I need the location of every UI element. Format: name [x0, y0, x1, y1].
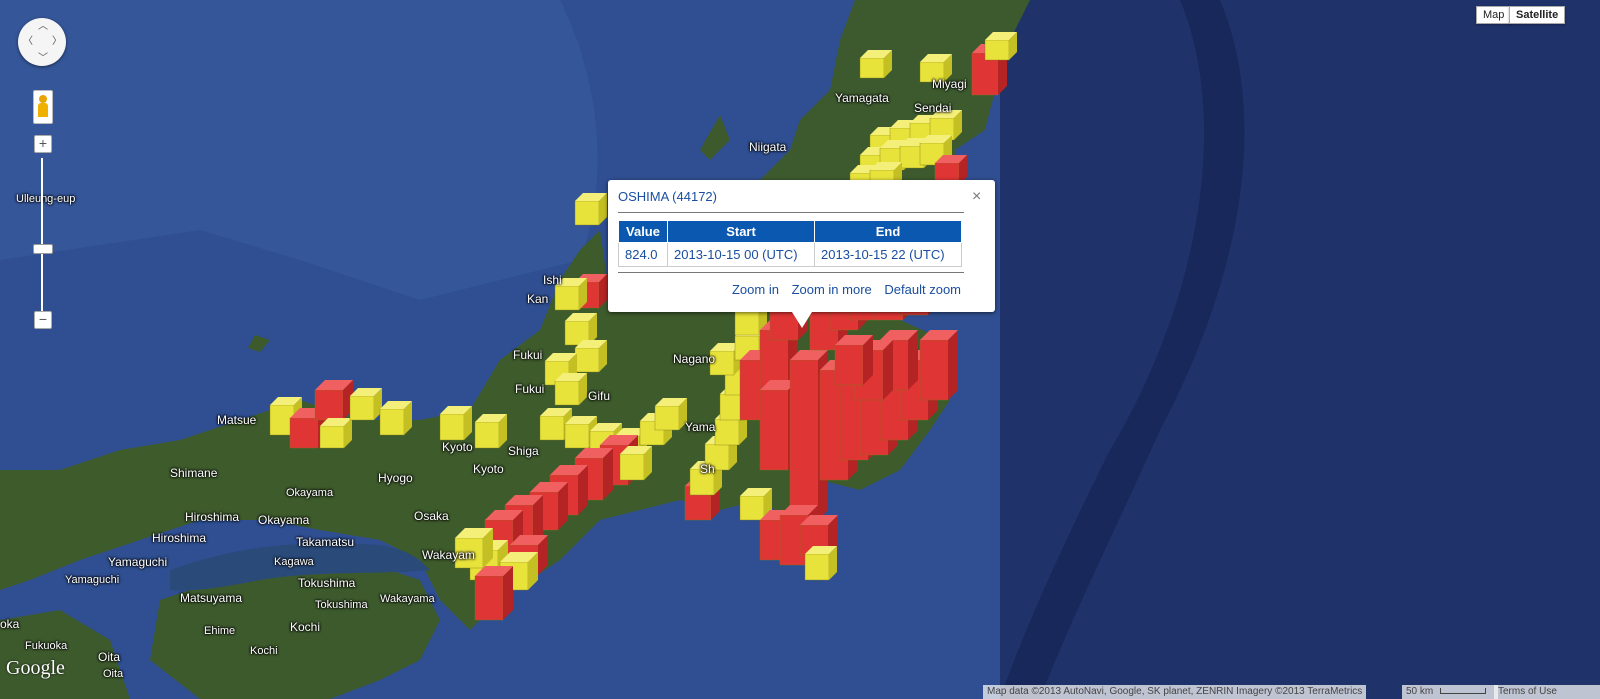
data-bar-low[interactable] [439, 406, 472, 441]
place-label: Kyoto [473, 462, 504, 476]
pegman-body [38, 103, 48, 117]
place-label: Wakayam [422, 548, 475, 562]
pegman-head [39, 95, 47, 103]
header-value: Value [618, 220, 668, 243]
place-label: Oita [98, 650, 121, 664]
data-bar-low[interactable] [574, 193, 607, 226]
place-label: Matsuyama [180, 591, 243, 605]
place-label: Gifu [588, 389, 611, 403]
terms-link[interactable]: Terms of Use [1494, 685, 1600, 699]
place-label: Sh [700, 462, 715, 476]
cell-value: 824.0 [618, 242, 668, 267]
place-label: Ulleung-eup [16, 193, 76, 205]
pan-right-icon[interactable]: 〉 [52, 37, 62, 47]
place-label: Niigata [749, 140, 787, 154]
data-table: Value Start End 824.0 2013-10-15 00 (UTC… [618, 220, 962, 267]
place-label: Miyagi [932, 77, 967, 91]
data-bar-low[interactable] [379, 401, 412, 436]
station-title: OSHIMA (44172) [618, 189, 717, 204]
info-window: OSHIMA (44172) × Value Start End 824.0 2… [608, 180, 995, 328]
place-label: Kochi [250, 645, 278, 657]
place-label: Fukui [515, 382, 545, 396]
place-label: Yamaguchi [65, 574, 120, 586]
google-logo[interactable]: Google [6, 657, 65, 680]
divider [618, 212, 964, 213]
place-label: Yamagata [835, 91, 889, 105]
data-bar-low[interactable] [349, 388, 382, 421]
data-bar-high[interactable] [314, 380, 353, 421]
map-type-satellite-button[interactable]: Satellite [1509, 6, 1566, 24]
zoom-track[interactable] [41, 158, 43, 320]
data-bar-low[interactable] [984, 32, 1017, 61]
place-label: Hiroshima [152, 531, 207, 545]
place-label: Hiroshima [185, 510, 240, 524]
place-label: Shiga [508, 444, 539, 458]
place-label: Sendai [914, 101, 952, 115]
scale-bar: 50 km [1402, 685, 1498, 699]
scale-line [1440, 688, 1487, 695]
pegman-icon[interactable] [33, 90, 53, 124]
data-bar-high[interactable] [474, 566, 513, 621]
info-window-tail [792, 312, 812, 328]
data-bar-low[interactable] [804, 546, 837, 581]
place-label: Kan [527, 292, 549, 306]
header-start: Start [667, 220, 815, 243]
place-label: Matsue [217, 413, 257, 427]
pan-control[interactable]: ︿ ﹀ 〈 〉 [18, 18, 66, 66]
place-label: Oita [103, 668, 124, 680]
map-type-map-button[interactable]: Map [1476, 6, 1512, 24]
place-label: Fukuoka [25, 640, 68, 652]
data-bar-high[interactable] [919, 330, 958, 401]
satellite-map[interactable]: Miyagi Sendai Yamagata Niigata Ulleung-e… [0, 0, 1600, 699]
zoom-in-link[interactable]: Zoom in [732, 282, 779, 297]
place-label: Fukui [513, 348, 543, 362]
place-label: Nagano [673, 352, 716, 366]
place-label: Ehime [204, 625, 236, 637]
place-label: Kyoto [442, 440, 473, 454]
close-icon[interactable]: × [972, 188, 981, 206]
header-end: End [814, 220, 962, 243]
cell-end: 2013-10-15 22 (UTC) [814, 242, 962, 267]
data-bar-high[interactable] [834, 335, 873, 386]
data-bar-low[interactable] [574, 340, 607, 373]
default-zoom-link[interactable]: Default zoom [884, 282, 961, 297]
place-label: oka [0, 617, 20, 631]
place-label: Kochi [290, 620, 321, 634]
zoom-in-button[interactable]: + [34, 135, 52, 153]
place-label: Wakayama [380, 593, 435, 605]
place-label: Shimane [170, 466, 218, 480]
place-label: Osaka [414, 509, 449, 523]
pan-left-icon[interactable]: 〈 [23, 37, 33, 47]
map-attribution: Map data ©2013 AutoNavi, Google, SK plan… [983, 685, 1367, 699]
pan-down-icon[interactable]: ﹀ [38, 54, 48, 64]
place-label: Takamatsu [296, 535, 355, 549]
place-label: Tokushima [298, 576, 356, 590]
divider [618, 272, 964, 273]
place-label: Ishi [543, 273, 562, 287]
data-bar-low[interactable] [619, 446, 652, 481]
data-bar-low[interactable] [554, 373, 587, 406]
cell-start: 2013-10-15 00 (UTC) [667, 242, 815, 267]
place-label: Okayama [258, 513, 310, 527]
place-label: Kagawa [274, 556, 314, 568]
zoom-out-button[interactable]: − [34, 311, 52, 329]
zoom-slider-handle[interactable] [33, 244, 53, 254]
data-bar-low[interactable] [474, 414, 507, 449]
place-label: Tokushima [315, 599, 368, 611]
place-label: Yama [685, 420, 716, 434]
data-bar-low[interactable] [859, 50, 892, 79]
data-bar-low[interactable] [319, 418, 352, 449]
place-label: Okayama [286, 487, 334, 499]
scale-label: 50 km [1406, 686, 1434, 697]
pan-up-icon[interactable]: ︿ [38, 22, 48, 32]
zoom-in-more-link[interactable]: Zoom in more [792, 282, 872, 297]
zoom-links: Zoom in Zoom in more Default zoom [723, 282, 961, 297]
place-label: Yamaguchi [108, 555, 168, 569]
data-bar-low[interactable] [654, 398, 687, 431]
place-label: Hyogo [378, 471, 413, 485]
